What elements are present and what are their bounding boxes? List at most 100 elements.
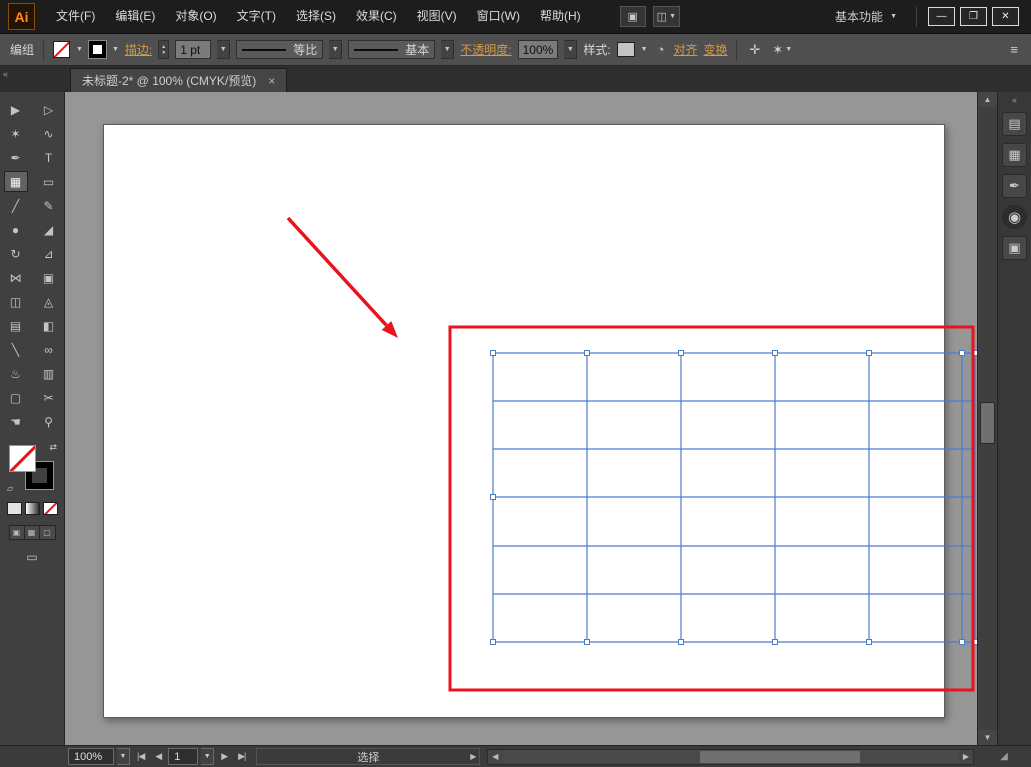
tool-paintbrush[interactable]: ╱ — [4, 195, 28, 216]
scroll-left-icon[interactable]: ◀ — [488, 750, 502, 764]
tool-eraser[interactable]: ◢ — [37, 219, 61, 240]
menu-item-5[interactable]: 效果(C) — [346, 0, 407, 33]
fill-color-swatch[interactable] — [53, 41, 70, 58]
menu-item-2[interactable]: 对象(O) — [165, 0, 226, 33]
tool-perspective-grid[interactable]: ◬ — [37, 291, 61, 312]
menu-item-7[interactable]: 窗口(W) — [467, 0, 530, 33]
default-colors-icon[interactable]: ▱ — [7, 484, 13, 493]
scroll-up-icon[interactable]: ▲ — [978, 92, 997, 107]
graphic-style-swatch[interactable] — [617, 42, 635, 57]
color-button[interactable] — [7, 502, 22, 515]
chevron-down-icon[interactable]: ▼ — [76, 46, 83, 53]
horizontal-scrollbar[interactable]: ◀ ▶ — [487, 749, 974, 765]
tool-slice[interactable]: ✂ — [37, 387, 61, 408]
tool-scale[interactable]: ⊿ — [37, 243, 61, 264]
expand-dock-icon[interactable]: « — [1012, 95, 1017, 105]
canvas[interactable] — [65, 92, 977, 745]
menu-item-4[interactable]: 选择(S) — [286, 0, 346, 33]
recolor-artwork-icon[interactable]: ◔ — [654, 42, 668, 57]
stroke-weight-stepper[interactable]: ▲ ▼ — [158, 40, 169, 59]
vertical-scrollbar[interactable]: ▲ ▼ — [977, 92, 997, 745]
fill-stroke-indicator[interactable]: ⇄ ▱ — [8, 444, 56, 492]
gradient-button[interactable] — [25, 502, 40, 515]
draw-inside-icon[interactable]: ▢ — [40, 526, 55, 539]
color-guide-panel-icon[interactable]: ◉ — [1002, 205, 1027, 229]
swap-fill-stroke-icon[interactable]: ⇄ — [49, 442, 57, 453]
tool-lasso[interactable]: ∿ — [37, 123, 61, 144]
width-profile-dropdown[interactable]: ▼ — [329, 40, 342, 59]
menu-item-1[interactable]: 编辑(E) — [105, 0, 165, 33]
artboard-number-field[interactable]: 1 — [168, 748, 198, 765]
tool-magic-wand[interactable]: ✶ — [4, 123, 28, 144]
tool-pen[interactable]: ✒ — [4, 147, 28, 168]
tool-selection[interactable]: ▶ — [4, 99, 28, 120]
zoom-dropdown[interactable]: ▼ — [117, 748, 130, 765]
none-button[interactable] — [43, 502, 58, 515]
swatches-panel-icon[interactable]: ▦ — [1002, 143, 1027, 167]
tool-gradient[interactable]: ◧ — [37, 315, 61, 336]
tool-symbol-sprayer[interactable]: ♨ — [4, 363, 28, 384]
panel-menu-icon[interactable]: ≡ — [1007, 42, 1021, 57]
workspace-switcher[interactable]: 基本功能 ▼ — [823, 8, 909, 25]
draw-normal-icon[interactable]: ▣ — [10, 526, 25, 539]
zoom-field[interactable]: 100% — [68, 748, 114, 765]
stroke-color-swatch[interactable] — [89, 41, 106, 58]
tool-rotate[interactable]: ↻ — [4, 243, 28, 264]
scroll-down-icon[interactable]: ▼ — [978, 730, 997, 745]
tool-direct-selection[interactable]: ▷ — [37, 99, 61, 120]
tool-free-transform[interactable]: ▣ — [37, 267, 61, 288]
appearance-panel-icon[interactable]: ▣ — [1002, 236, 1027, 260]
artboard-dropdown[interactable]: ▼ — [201, 748, 214, 765]
document-tab[interactable]: 未标题-2* @ 100% (CMYK/预览) × — [70, 68, 287, 92]
menu-item-8[interactable]: 帮助(H) — [530, 0, 591, 33]
chevron-down-icon[interactable]: ▼ — [641, 46, 648, 53]
opacity-field[interactable]: 100% — [518, 40, 559, 59]
vertical-scroll-thumb[interactable] — [980, 402, 995, 444]
tool-column-graph[interactable]: ▥ — [37, 363, 61, 384]
tool-hand[interactable]: ☚ — [4, 411, 28, 432]
select-similar-icon[interactable]: ✶ ▼ — [769, 42, 795, 58]
tool-blend[interactable]: ∞ — [37, 339, 61, 360]
opacity-dropdown[interactable]: ▼ — [564, 40, 577, 59]
restore-button[interactable]: ❐ — [960, 7, 987, 26]
tool-rectangle[interactable]: ▭ — [37, 171, 61, 192]
menu-item-6[interactable]: 视图(V) — [407, 0, 467, 33]
chevron-down-icon[interactable]: ▼ — [112, 46, 119, 53]
stroke-panel-link[interactable]: 描边: — [125, 41, 152, 58]
tool-width-tool[interactable]: ⋈ — [4, 267, 28, 288]
screen-mode-icon[interactable]: ▭ — [26, 550, 37, 564]
color-panel-icon[interactable]: ▤ — [1002, 112, 1027, 136]
horizontal-scroll-thumb[interactable] — [700, 751, 860, 763]
fill-swatch-none[interactable] — [9, 445, 36, 472]
scroll-right-icon[interactable]: ▶ — [959, 750, 973, 764]
minimize-button[interactable]: — — [928, 7, 955, 26]
tool-rectangular-grid[interactable]: ▦ — [4, 171, 28, 192]
brush-definition-dropdown[interactable]: ▼ — [441, 40, 454, 59]
align-panel-link[interactable]: 对齐 — [673, 41, 697, 58]
stroke-weight-dropdown[interactable]: ▼ — [217, 40, 230, 59]
close-button[interactable]: ✕ — [992, 7, 1019, 26]
tool-blob-brush[interactable]: ● — [4, 219, 28, 240]
tool-zoom[interactable]: ⚲ — [37, 411, 61, 432]
tool-pencil[interactable]: ✎ — [37, 195, 61, 216]
brush-definition-combo[interactable]: 基本 — [348, 40, 435, 59]
tab-close-icon[interactable]: × — [268, 74, 275, 88]
status-flyout-icon[interactable]: ▶ — [470, 752, 476, 761]
stroke-weight-field[interactable]: 1 pt — [175, 40, 211, 59]
arrange-documents-icon[interactable]: ◫ ▼ — [653, 6, 680, 27]
tool-eyedropper[interactable]: ╲ — [4, 339, 28, 360]
reference-point-icon[interactable]: ✛ — [746, 42, 763, 58]
draw-behind-icon[interactable]: ▦ — [25, 526, 40, 539]
opacity-panel-link[interactable]: 不透明度: — [460, 41, 511, 58]
tool-artboard-tool[interactable]: ▢ — [4, 387, 28, 408]
last-artboard-button[interactable]: ▶| — [234, 751, 249, 762]
first-artboard-button[interactable]: |◀ — [133, 751, 148, 762]
bridge-icon[interactable]: ▣ — [620, 6, 646, 27]
prev-artboard-button[interactable]: ◀ — [151, 751, 165, 762]
tool-mesh[interactable]: ▤ — [4, 315, 28, 336]
transform-panel-link[interactable]: 变换 — [703, 41, 727, 58]
menu-item-3[interactable]: 文字(T) — [227, 0, 286, 33]
menu-item-0[interactable]: 文件(F) — [46, 0, 105, 33]
tool-shape-builder[interactable]: ◫ — [4, 291, 28, 312]
next-artboard-button[interactable]: ▶ — [217, 751, 231, 762]
